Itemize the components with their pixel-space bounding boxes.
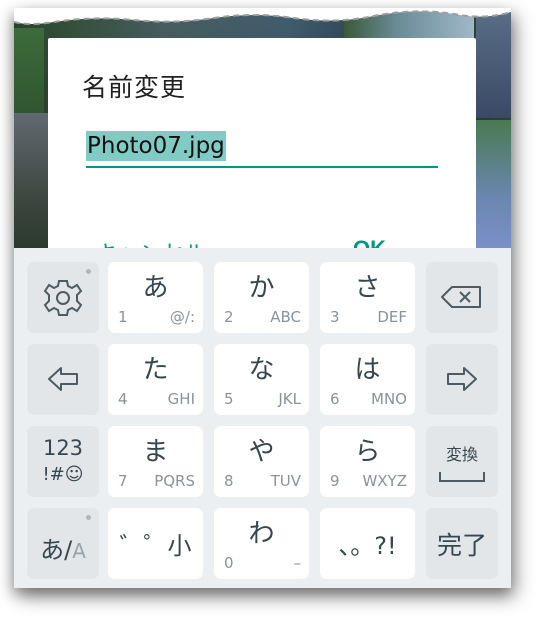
key-na[interactable]: な 5 JKL bbox=[214, 344, 309, 415]
symbols-label-marks: !#☺ bbox=[42, 464, 84, 485]
key-main-label: 、。?! bbox=[338, 532, 397, 560]
key-sub-label: – bbox=[293, 554, 302, 572]
photo-tile bbox=[476, 120, 511, 248]
key-main-label: や bbox=[248, 437, 275, 467]
torn-edge bbox=[14, 8, 511, 25]
key-sub-label: JKL bbox=[278, 390, 301, 408]
key-num-label: 7 bbox=[118, 472, 128, 490]
key-num-label: 3 bbox=[330, 308, 340, 326]
screenshot-card: 名前変更 Photo07.jpg キャンセル OK 123 !#☺ bbox=[14, 8, 511, 588]
key-num-label: 9 bbox=[330, 472, 340, 490]
filename-selected-text: Photo07.jpg bbox=[86, 131, 226, 161]
rename-dialog: 名前変更 Photo07.jpg キャンセル OK bbox=[48, 38, 476, 267]
convert-space-key[interactable]: 変換 bbox=[426, 426, 498, 497]
key-main-label: な bbox=[248, 355, 275, 385]
key-ta[interactable]: た 4 GHI bbox=[108, 344, 203, 415]
key-main-label: あ bbox=[142, 273, 169, 303]
key-num-label: 8 bbox=[224, 472, 234, 490]
key-ra[interactable]: ら 9 WXYZ bbox=[320, 426, 415, 497]
japanese-keyboard: 123 !#☺ あ/A あ 1 @/: か 2 ABC さ 3 DEF た 4 … bbox=[14, 248, 511, 588]
key-ya[interactable]: や 8 TUV bbox=[214, 426, 309, 497]
key-main-label: さ bbox=[354, 273, 381, 303]
right-arrow-key[interactable] bbox=[426, 344, 498, 415]
left-arrow-key[interactable] bbox=[27, 344, 99, 415]
space-icon bbox=[439, 472, 485, 482]
done-label: 完了 bbox=[436, 530, 487, 560]
backspace-icon bbox=[441, 286, 481, 308]
key-main-label: た bbox=[142, 355, 169, 385]
key-sub-label: PQRS bbox=[154, 472, 195, 490]
mode-label-alpha: A bbox=[72, 539, 86, 563]
dialog-title: 名前変更 bbox=[82, 73, 187, 102]
key-sub-label: @/: bbox=[169, 308, 195, 326]
key-wa[interactable]: わ 0 – bbox=[214, 508, 309, 579]
key-num-label: 2 bbox=[224, 308, 234, 326]
key-main-label: ゛゜小 bbox=[119, 532, 192, 560]
key-main-label: か bbox=[248, 273, 275, 303]
settings-key[interactable] bbox=[27, 262, 99, 333]
key-main-label: わ bbox=[248, 519, 275, 549]
key-sub-label: WXYZ bbox=[362, 472, 407, 490]
right-arrow-icon bbox=[447, 367, 477, 391]
indicator-dot bbox=[86, 515, 91, 520]
key-ka[interactable]: か 2 ABC bbox=[214, 262, 309, 333]
indicator-dot bbox=[86, 269, 91, 274]
key-num-label: 1 bbox=[118, 308, 128, 326]
left-arrow-icon bbox=[48, 367, 78, 391]
key-num-label: 6 bbox=[330, 390, 340, 408]
key-num-label: 0 bbox=[224, 554, 234, 572]
key-main-label: ま bbox=[142, 437, 169, 467]
symbols-label-numbers: 123 bbox=[42, 436, 84, 460]
key-num-label: 4 bbox=[118, 390, 128, 408]
key-sub-label: MNO bbox=[371, 390, 407, 408]
input-mode-key[interactable]: あ/A bbox=[27, 508, 99, 579]
done-key[interactable]: 完了 bbox=[426, 508, 498, 579]
key-sa[interactable]: さ 3 DEF bbox=[320, 262, 415, 333]
key-main-label: ら bbox=[354, 437, 381, 467]
key-punctuation[interactable]: 、。?! bbox=[320, 508, 415, 579]
key-sub-label: TUV bbox=[270, 472, 301, 490]
key-sub-label: GHI bbox=[167, 390, 195, 408]
key-sub-label: DEF bbox=[377, 308, 407, 326]
key-ma[interactable]: ま 7 PQRS bbox=[108, 426, 203, 497]
key-main-label: は bbox=[354, 355, 381, 385]
key-sub-label: ABC bbox=[270, 308, 301, 326]
key-a[interactable]: あ 1 @/: bbox=[108, 262, 203, 333]
key-dakuten-small[interactable]: ゛゜小 bbox=[108, 508, 203, 579]
key-num-label: 5 bbox=[224, 390, 234, 408]
symbols-key[interactable]: 123 !#☺ bbox=[27, 426, 99, 497]
photo-tile bbox=[14, 113, 48, 248]
key-ha[interactable]: は 6 MNO bbox=[320, 344, 415, 415]
mode-label-kana: あ/ bbox=[40, 536, 73, 564]
backspace-key[interactable] bbox=[426, 262, 498, 333]
